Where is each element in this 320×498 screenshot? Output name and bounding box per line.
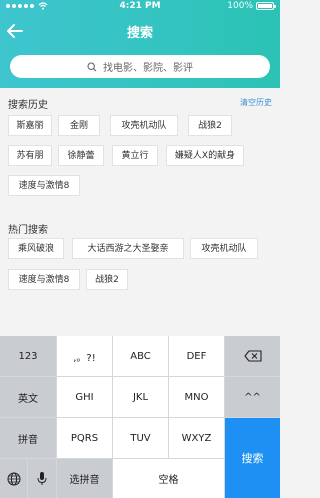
keyboard: 123 ,。?! ABC DEF 英文 GHI JKL MNO ^^ 拼音 PQ… [0,336,280,498]
key-english[interactable]: 英文 [0,377,56,417]
search-placeholder: 找电影、影院、影评 [103,63,193,74]
status-bar: 4:21 PM 100% [0,0,280,14]
history-tag[interactable]: 金刚 [58,115,100,136]
clear-history-link[interactable]: 清空历史 [240,97,272,108]
hot-tag[interactable]: 攻壳机动队 [190,238,258,259]
key-emoticon[interactable]: ^^ [225,377,280,417]
search-input[interactable]: 找电影、影院、影评 [10,55,270,78]
search-icon [87,61,97,71]
key-select-pinyin[interactable]: 选拼音 [57,459,112,498]
key-numbers[interactable]: 123 [0,336,56,376]
header: 4:21 PM 100% 搜索 找电影、影院、影评 [0,0,280,88]
globe-key[interactable] [0,459,27,498]
history-tag[interactable]: 嫌疑人X的献身 [166,145,244,166]
page-title: 搜索 [126,26,153,41]
hot-tag[interactable]: 大话西游之大圣娶亲 [72,238,184,259]
history-tag[interactable]: 速度与激情8 [8,175,80,196]
hot-title: 热门搜索 [8,225,48,236]
key-abc[interactable]: ABC [113,336,168,376]
key-def[interactable]: DEF [169,336,224,376]
history-tag[interactable]: 战狼2 [188,115,232,136]
key-wxyz[interactable]: WXYZ [169,418,224,458]
history-tag[interactable]: 黄立行 [112,145,158,166]
history-tag[interactable]: 徐静蕾 [58,145,104,166]
history-tag[interactable]: 苏有朋 [8,145,52,166]
key-tuv[interactable]: TUV [113,418,168,458]
key-punctuation[interactable]: ,。?! [57,336,112,376]
globe-icon [7,472,20,485]
key-jkl[interactable]: JKL [113,377,168,417]
battery-status: 100% [227,1,276,11]
microphone-key[interactable] [28,459,56,498]
key-pqrs[interactable]: PQRS [57,418,112,458]
hot-tag[interactable]: 速度与激情8 [8,269,80,290]
key-mno[interactable]: MNO [169,377,224,417]
history-tag[interactable]: 攻壳机动队 [110,115,178,136]
key-pinyin[interactable]: 拼音 [0,418,56,458]
battery-percent: 100% [227,1,253,11]
hot-tag[interactable]: 战狼2 [86,269,128,290]
space-key[interactable]: 空格 [113,459,224,498]
hot-tag[interactable]: 乘风破浪 [8,238,64,259]
battery-icon [256,2,276,10]
key-ghi[interactable]: GHI [57,377,112,417]
backspace-key[interactable] [225,336,280,376]
microphone-icon [37,472,47,485]
history-tag[interactable]: 斯嘉丽 [8,115,52,136]
search-key[interactable]: 搜索 [225,418,280,498]
backspace-icon [243,350,262,362]
history-title: 搜索历史 [8,100,48,111]
